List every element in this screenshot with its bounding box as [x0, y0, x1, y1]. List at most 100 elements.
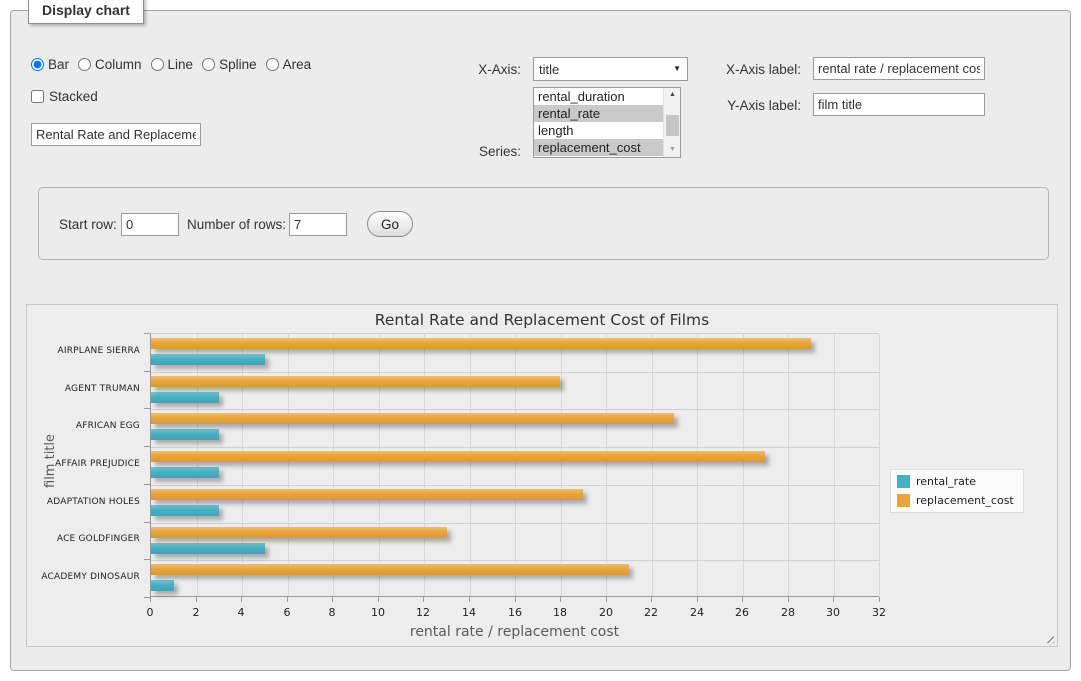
series-option-length[interactable]: length — [534, 122, 663, 139]
chart-type-radio-bar[interactable] — [31, 58, 44, 71]
number-of-rows-input[interactable] — [289, 213, 347, 236]
gridline-x — [470, 334, 471, 596]
x-tick-label: 6 — [272, 606, 302, 619]
chart-type-option-spline[interactable]: Spline — [202, 57, 257, 72]
x-tick — [469, 597, 470, 602]
yaxis-label-input[interactable] — [813, 93, 985, 116]
yaxis-label-field-label: Y-Axis label: — [691, 98, 801, 113]
gridline-x — [743, 334, 744, 596]
plot-area — [150, 333, 879, 597]
series-option-rental-rate[interactable]: rental_rate — [534, 105, 663, 122]
x-tick — [833, 597, 834, 602]
xaxis-label-input[interactable] — [813, 57, 985, 80]
panel-title: Display chart — [28, 0, 144, 24]
gridline-x — [424, 334, 425, 596]
row-controls-panel: Start row: Number of rows: Go — [38, 187, 1049, 260]
x-tick — [241, 597, 242, 602]
x-tick — [378, 597, 379, 602]
y-tick — [144, 484, 150, 485]
x-tick-label: 10 — [363, 606, 393, 619]
chart-type-label-bar: Bar — [48, 57, 69, 72]
bar-rental-rate-affair-prejudice — [151, 467, 219, 478]
chart-type-radio-column[interactable] — [78, 58, 91, 71]
x-tick — [332, 597, 333, 602]
x-tick-label: 0 — [135, 606, 165, 619]
gridline-x — [561, 334, 562, 596]
chart-type-label-area: Area — [283, 57, 312, 72]
x-tick-label: 30 — [818, 606, 848, 619]
series-option-rental-duration[interactable]: rental_duration — [534, 88, 663, 105]
start-row-input[interactable] — [121, 213, 179, 236]
chart-type-radio-area[interactable] — [266, 58, 279, 71]
x-tick-label: 32 — [864, 606, 894, 619]
gridline-x — [379, 334, 380, 596]
y-tick — [144, 522, 150, 523]
y-tick — [144, 333, 150, 334]
x-tick — [606, 597, 607, 602]
xaxis-select-wrap: title ▼ — [533, 57, 688, 81]
series-option-replacement-cost[interactable]: replacement_cost — [534, 139, 663, 156]
chart-type-option-area[interactable]: Area — [266, 57, 312, 72]
x-tick — [697, 597, 698, 602]
bar-replacement-cost-academy-dinosaur — [151, 564, 629, 575]
x-tick-label: 26 — [727, 606, 757, 619]
legend-item-replacement-cost[interactable]: replacement_cost — [897, 494, 1014, 507]
scroll-down-icon[interactable]: ▼ — [664, 143, 681, 157]
category-label: ADAPTATION HOLES — [27, 497, 140, 507]
chart-title: Rental Rate and Replacement Cost of Film… — [27, 311, 1057, 329]
gridline-x — [515, 334, 516, 596]
category-label: ACE GOLDFINGER — [27, 534, 140, 544]
legend-swatch-replacement-cost — [897, 494, 910, 507]
x-tick — [651, 597, 652, 602]
bar-replacement-cost-agent-truman — [151, 376, 560, 387]
stacked-option[interactable]: Stacked — [31, 89, 98, 104]
x-tick-label: 18 — [545, 606, 575, 619]
number-of-rows-label: Number of rows: — [187, 217, 286, 232]
x-tick — [515, 597, 516, 602]
scroll-up-icon[interactable]: ▲ — [664, 88, 681, 102]
start-row-label: Start row: — [59, 217, 117, 232]
series-options: rental_durationrental_ratelengthreplacem… — [534, 88, 663, 157]
series-listbox[interactable]: rental_durationrental_ratelengthreplacem… — [533, 87, 681, 158]
category-label: AFFAIR PREJUDICE — [27, 459, 140, 469]
chart-title-input[interactable] — [31, 123, 201, 146]
scroll-thumb[interactable] — [666, 115, 679, 136]
legend-item-rental-rate[interactable]: rental_rate — [897, 475, 1014, 488]
category-label: AGENT TRUMAN — [27, 384, 140, 394]
stacked-label: Stacked — [49, 89, 98, 104]
gridline-y — [151, 560, 879, 561]
x-tick — [196, 597, 197, 602]
gridline-x — [788, 334, 789, 596]
chart-type-label-column: Column — [95, 57, 142, 72]
chart-type-radio-line[interactable] — [151, 58, 164, 71]
chart-type-label-line: Line — [168, 57, 194, 72]
category-label: ACADEMY DINOSAUR — [27, 572, 140, 582]
bar-rental-rate-airplane-sierra — [151, 354, 265, 365]
chart-type-option-bar[interactable]: Bar — [31, 57, 69, 72]
resize-handle-icon[interactable] — [1043, 632, 1054, 643]
gridline-y — [151, 485, 879, 486]
chart-type-option-column[interactable]: Column — [78, 57, 142, 72]
chart-type-label-spline: Spline — [219, 57, 257, 72]
series-scrollbar[interactable]: ▲ ▼ — [663, 88, 680, 157]
chart-type-radio-spline[interactable] — [202, 58, 215, 71]
chart-container: Rental Rate and Replacement Cost of Film… — [26, 304, 1058, 647]
bar-rental-rate-academy-dinosaur — [151, 580, 174, 591]
x-tick-label: 24 — [682, 606, 712, 619]
gridline-x — [242, 334, 243, 596]
gridline-x — [606, 334, 607, 596]
x-tick-label: 22 — [636, 606, 666, 619]
xaxis-select[interactable]: title — [533, 57, 688, 81]
series-select-label: Series: — [421, 144, 521, 159]
chart-type-option-line[interactable]: Line — [151, 57, 194, 72]
x-tick-label: 14 — [454, 606, 484, 619]
display-chart-panel: Display chart BarColumnLineSplineArea St… — [10, 10, 1071, 671]
xaxis-label-field-label: X-Axis label: — [691, 62, 801, 77]
bar-replacement-cost-affair-prejudice — [151, 451, 765, 462]
go-button[interactable]: Go — [367, 211, 413, 237]
stacked-checkbox[interactable] — [31, 90, 44, 103]
x-tick — [560, 597, 561, 602]
x-tick-label: 20 — [591, 606, 621, 619]
gridline-y — [151, 523, 879, 524]
x-tick-label: 12 — [408, 606, 438, 619]
